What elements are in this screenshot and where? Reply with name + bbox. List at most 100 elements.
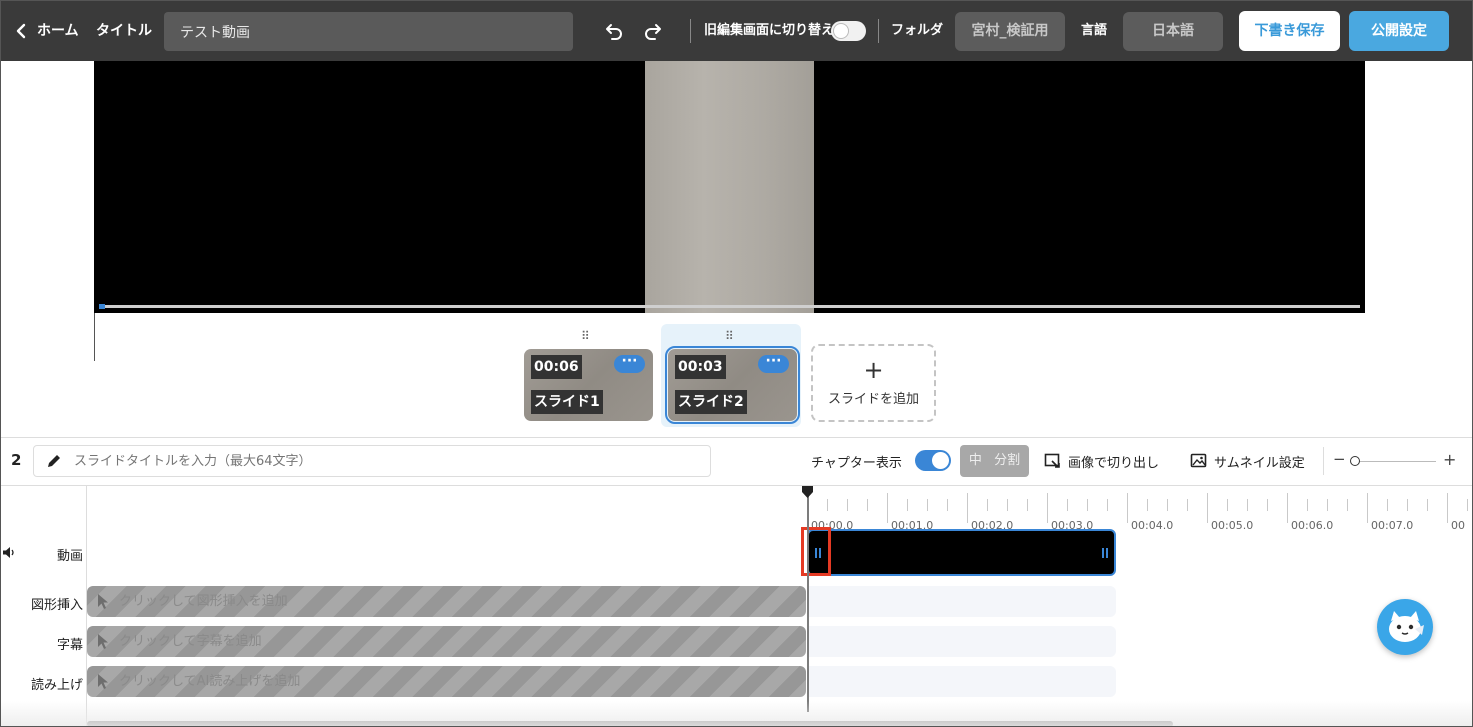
zoom-in-button[interactable]: + [1443, 450, 1456, 469]
track-hint: クリックして図形挿入を追加 [119, 594, 288, 609]
zoom-slider-knob[interactable] [1350, 456, 1360, 466]
chapter-toggle[interactable] [915, 450, 951, 471]
ruler-tick [1067, 499, 1068, 511]
drag-handle-icon[interactable]: ⠿ [581, 330, 590, 342]
preview-frame-image [645, 61, 814, 313]
crop-image-icon[interactable] [1044, 452, 1061, 469]
old-editor-toggle[interactable] [831, 21, 866, 41]
preview-border [94, 313, 95, 361]
ruler-tick [887, 493, 888, 523]
ruler-tick [1147, 499, 1148, 511]
split-button[interactable]: 中 分割 [960, 445, 1029, 477]
redo-icon[interactable] [642, 20, 664, 42]
ruler-tick [1127, 493, 1128, 523]
ruler-tick [947, 499, 948, 511]
ruler-tick [827, 499, 828, 511]
narration-track-empty[interactable]: クリックしてAI読み上げを追加 [87, 666, 806, 697]
ruler-tick [1267, 499, 1268, 511]
top-bar: ホーム タイトル 旧編集画面に切り替え フォルダ 宮村_検証用 言語 日本語 下… [1, 1, 1472, 61]
slide-name: スライド2 [675, 390, 747, 414]
slide-title-input[interactable] [74, 446, 704, 476]
separator [1323, 447, 1324, 475]
slide-thumbnail-1[interactable]: 00:06 ··· スライド1 [524, 349, 653, 421]
ruler-tick [1387, 499, 1388, 511]
horizontal-scrollbar[interactable] [87, 721, 1173, 726]
track-label-narration: 読み上げ [30, 678, 83, 693]
more-options-icon[interactable]: ··· [614, 354, 645, 373]
slide-number: 2 [11, 451, 22, 469]
slide-duration: 00:03 [675, 355, 726, 379]
ruler-tick [1007, 499, 1008, 511]
old-editor-label: 旧編集画面に切り替え [704, 23, 835, 38]
track-label-subtitle: 字幕 [56, 638, 83, 653]
undo-icon[interactable] [603, 20, 625, 42]
video-clip[interactable] [807, 529, 1116, 576]
slide-thumbnail-2[interactable]: 00:03 ··· スライド2 [665, 346, 800, 424]
ruler-tick [1047, 493, 1048, 523]
folder-label: フォルダ [891, 23, 944, 38]
ruler-tick [1187, 499, 1188, 511]
add-slide-button[interactable]: + スライドを追加 [811, 344, 936, 422]
more-options-icon[interactable]: ··· [758, 354, 789, 373]
ruler-tick [967, 493, 968, 523]
ruler-tick [847, 499, 848, 511]
split-icon: 中 [968, 453, 982, 468]
thumbnail-settings-button[interactable]: サムネイル設定 [1214, 452, 1305, 471]
playhead-marker-icon[interactable] [802, 486, 813, 498]
language-select[interactable]: 日本語 [1123, 12, 1223, 51]
ruler-tick [1027, 499, 1028, 511]
chevron-left-icon[interactable] [13, 21, 31, 41]
pencil-icon [48, 455, 60, 467]
ruler-tick [1207, 493, 1208, 523]
track-hint: クリックして字幕を追加 [119, 634, 262, 649]
zoom-slider[interactable] [1353, 461, 1436, 462]
track-area[interactable] [808, 626, 1116, 657]
ruler-tick [1167, 499, 1168, 511]
ruler-label: 00:04.0 [1131, 519, 1174, 532]
ruler-label: 00 [1451, 519, 1465, 532]
ruler-tick [1307, 499, 1308, 511]
track-hint: クリックしてAI読み上げを追加 [119, 674, 301, 689]
chapter-label: チャプター表示 [811, 456, 902, 471]
ruler-tick [867, 499, 868, 511]
shape-track-empty[interactable]: クリックして図形挿入を追加 [87, 586, 806, 617]
seek-progress [99, 304, 105, 309]
playhead-line [807, 496, 809, 712]
ruler-tick [1087, 499, 1088, 511]
toggle-knob [932, 452, 949, 469]
zoom-out-button[interactable]: − [1333, 450, 1346, 468]
ruler-tick [1427, 499, 1428, 511]
track-label-video: 動画 [56, 549, 83, 564]
highlight-box [801, 527, 831, 576]
drag-handle-icon[interactable]: ⠿ [725, 330, 734, 342]
chat-assistant-button[interactable] [1377, 599, 1433, 655]
home-link[interactable]: ホーム [37, 1, 79, 61]
video-preview[interactable] [94, 61, 1365, 313]
slide-title-field[interactable] [33, 445, 711, 477]
ruler-tick [1367, 493, 1368, 523]
divider [1, 437, 1472, 438]
editor-window: ホーム タイトル 旧編集画面に切り替え フォルダ 宮村_検証用 言語 日本語 下… [0, 0, 1473, 727]
ruler-label: 00:07.0 [1371, 519, 1414, 532]
thumbnail-image-icon[interactable] [1190, 452, 1207, 469]
title-input[interactable] [164, 12, 573, 51]
plus-icon: + [863, 356, 884, 384]
separator [878, 19, 879, 43]
ruler-tick [1447, 493, 1448, 523]
crop-image-button[interactable]: 画像で切り出し [1068, 452, 1159, 471]
title-label: タイトル [96, 23, 152, 39]
ruler-tick [1107, 499, 1108, 511]
ruler-tick [927, 499, 928, 511]
cat-mascot-icon [1389, 611, 1424, 642]
track-area[interactable] [808, 586, 1116, 617]
publish-settings-button[interactable]: 公開設定 [1349, 11, 1449, 51]
ruler-label: 00:06.0 [1291, 519, 1334, 532]
clip-end-handle[interactable] [1102, 548, 1108, 558]
seek-bar[interactable] [99, 305, 1360, 308]
subtitle-track-empty[interactable]: クリックして字幕を追加 [87, 626, 806, 657]
track-area[interactable] [808, 666, 1116, 697]
folder-select[interactable]: 宮村_検証用 [955, 12, 1065, 51]
cursor-icon [98, 634, 108, 649]
ruler-tick [1247, 499, 1248, 511]
save-draft-button[interactable]: 下書き保存 [1239, 11, 1340, 51]
